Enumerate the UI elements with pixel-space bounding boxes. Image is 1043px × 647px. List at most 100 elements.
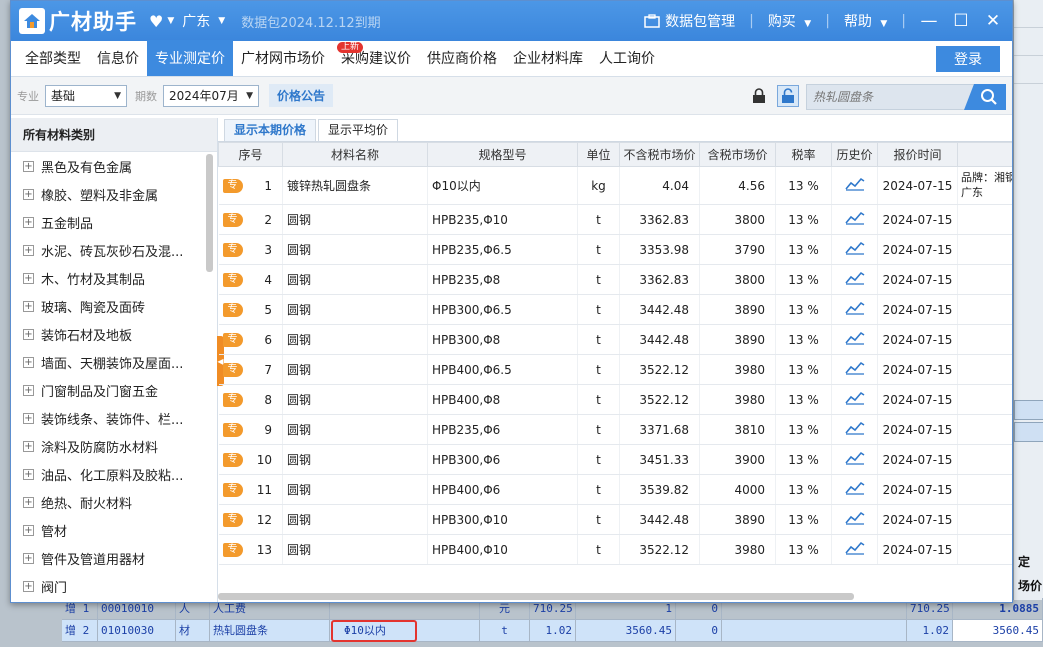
cell-unit: t — [577, 264, 620, 295]
table-row[interactable]: 专 4 圆钢 HPB235,Φ8 t 3362.83 3800 13 % 2024-07-15 — [218, 264, 1012, 295]
major-select[interactable]: 基础 ▼ — [45, 84, 127, 107]
maximize-icon[interactable]: ☐ — [952, 11, 970, 31]
lock-icon[interactable] — [748, 85, 770, 107]
cell-history[interactable] — [831, 294, 878, 325]
sidebar-category[interactable]: + 阀门 — [11, 572, 198, 600]
col-excl-tax[interactable]: 不含税市场价 — [619, 142, 700, 167]
tab-all-types[interactable]: 全部类型 — [17, 40, 89, 76]
sidebar-category[interactable]: + 装饰线条、装饰件、栏... — [11, 404, 198, 432]
expand-icon[interactable]: + — [23, 412, 34, 424]
package-mgmt-button[interactable]: 数据包管理 — [644, 11, 735, 31]
sidebar-category[interactable]: + 墙面、天棚装饰及屋面... — [11, 348, 198, 376]
cell-history[interactable] — [831, 234, 878, 265]
sidebar-category[interactable]: + 油品、化工原料及胶粘... — [11, 460, 198, 488]
sidebar-category[interactable]: + 装饰石材及地板 — [11, 320, 198, 348]
table-row[interactable]: 专 5 圆钢 HPB300,Φ6.5 t 3442.48 3890 13 % 2024-07-1… — [218, 294, 1012, 325]
sidebar-category[interactable]: + 五金制品 — [11, 208, 198, 236]
sidebar-category[interactable]: + 管件及管道用器材 — [11, 544, 198, 572]
sidebar-category[interactable]: + 木、竹材及其制品 — [11, 264, 198, 292]
expand-icon[interactable]: + — [23, 496, 34, 508]
expand-icon[interactable]: + — [23, 272, 34, 284]
cell-history[interactable] — [831, 504, 878, 535]
cell-history[interactable] — [831, 444, 878, 475]
col-history[interactable]: 历史价 — [831, 142, 878, 167]
cell-history[interactable] — [831, 166, 878, 205]
row-code: 01010030 — [98, 620, 176, 642]
minimize-icon[interactable]: — — [920, 11, 938, 31]
region-select[interactable]: 广东 ▼ — [182, 11, 225, 31]
expand-icon[interactable]: + — [23, 580, 34, 592]
cell-history[interactable] — [831, 264, 878, 295]
col-unit[interactable]: 单位 — [577, 142, 620, 167]
cell-history[interactable] — [831, 534, 878, 565]
tab-average-price[interactable]: 显示平均价 — [318, 119, 399, 141]
col-name[interactable]: 材料名称 — [282, 142, 428, 167]
expand-icon[interactable]: + — [23, 188, 34, 200]
search-input[interactable] — [807, 85, 967, 109]
expand-icon[interactable]: + — [23, 328, 34, 340]
unlock-icon[interactable] — [777, 85, 799, 107]
table-row[interactable]: 专 10 圆钢 HPB300,Φ6 t 3451.33 3900 13 % 2024-07-15 — [218, 444, 1012, 475]
period-select[interactable]: 2024年07月 ▼ — [163, 84, 259, 107]
tab-market-price[interactable]: 广材网市场价 — [233, 40, 333, 76]
table-row[interactable]: 专 2 圆钢 HPB235,Φ10 t 3362.83 3800 13 % 2024-07-15 — [218, 204, 1012, 235]
table-row[interactable]: 专 1 镀锌热轧圆盘条 Φ10以内 kg 4.04 4.56 13 % 2024-07-15 品牌… — [218, 166, 1012, 205]
col-date[interactable]: 报价时间 — [877, 142, 958, 167]
expand-icon[interactable]: + — [23, 244, 34, 256]
expand-icon[interactable]: + — [23, 440, 34, 452]
expand-icon[interactable]: + — [23, 524, 34, 536]
favorite-icon[interactable]: ♥ — [149, 12, 163, 31]
search-button[interactable] — [964, 84, 1006, 110]
buy-menu[interactable]: 购买 ▼ — [768, 11, 811, 31]
cell-history[interactable] — [831, 474, 878, 505]
table-row[interactable]: 专 13 圆钢 HPB400,Φ10 t 3522.12 3980 13 % 2024-07-1… — [218, 534, 1012, 565]
col-no[interactable]: 序号 — [218, 142, 283, 167]
price-notice-button[interactable]: 价格公告 — [269, 84, 334, 107]
table-row[interactable]: 专 8 圆钢 HPB400,Φ8 t 3522.12 3980 13 % 2024-07-15 — [218, 384, 1012, 415]
cell-history[interactable] — [831, 204, 878, 235]
table-row[interactable]: 专 11 圆钢 HPB400,Φ6 t 3539.82 4000 13 % 2024-07-15 — [218, 474, 1012, 505]
table-row[interactable]: 专 3 圆钢 HPB235,Φ6.5 t 3353.98 3790 13 % 2024-07-1… — [218, 234, 1012, 265]
horizontal-scrollbar[interactable] — [218, 593, 854, 600]
sidebar-category[interactable]: + 管材 — [11, 516, 198, 544]
col-tax-rate[interactable]: 税率 — [775, 142, 832, 167]
sidebar-category[interactable]: + 门窗制品及门窗五金 — [11, 376, 198, 404]
tab-manual-inquiry[interactable]: 人工询价 — [591, 40, 663, 76]
close-icon[interactable]: ✕ — [984, 11, 1002, 31]
cell-history[interactable] — [831, 354, 878, 385]
sidebar-category[interactable]: + 橡胶、塑料及非金属 — [11, 180, 198, 208]
help-menu[interactable]: 帮助 ▼ — [844, 11, 887, 31]
table-row[interactable]: 专 9 圆钢 HPB235,Φ6 t 3371.68 3810 13 % 2024-07-15 — [218, 414, 1012, 445]
tab-supplier-price[interactable]: 供应商价格 — [419, 40, 505, 76]
expand-icon[interactable]: + — [23, 468, 34, 480]
sidebar-category[interactable]: + 水泥、砖瓦灰砂石及混... — [11, 236, 198, 264]
cell-history[interactable] — [831, 384, 878, 415]
cell-unit: t — [577, 204, 620, 235]
cell-history[interactable] — [831, 414, 878, 445]
sidebar-scrollbar[interactable] — [206, 154, 213, 272]
chevron-down-icon[interactable]: ▼ — [167, 16, 174, 26]
table-row[interactable]: 专 6 圆钢 HPB300,Φ8 t 3442.48 3890 13 % 2024-07-15 — [218, 324, 1012, 355]
cell-history[interactable] — [831, 324, 878, 355]
table-row[interactable]: 专 12 圆钢 HPB300,Φ10 t 3442.48 3890 13 % 2024-07-1… — [218, 504, 1012, 535]
expand-icon[interactable]: + — [23, 356, 34, 368]
table-row[interactable]: 专 7 圆钢 HPB400,Φ6.5 t 3522.12 3980 13 % 2024-07-1… — [218, 354, 1012, 385]
expand-icon[interactable]: + — [23, 384, 34, 396]
login-button[interactable]: 登录 — [936, 46, 1000, 72]
col-spec[interactable]: 规格型号 — [427, 142, 578, 167]
tab-professional-price[interactable]: 专业测定价 — [147, 40, 233, 76]
sidebar-category[interactable]: + 涂料及防腐防水材料 — [11, 432, 198, 460]
expand-icon[interactable]: + — [23, 552, 34, 564]
tab-enterprise-library[interactable]: 企业材料库 — [505, 40, 591, 76]
expand-icon[interactable]: + — [23, 216, 34, 228]
background-row-2[interactable]: 增 2 01010030 材 热轧圆盘条 Φ10以内 t 1.02 3560.4… — [62, 620, 1043, 642]
sidebar-category[interactable]: + 玻璃、陶瓷及面砖 — [11, 292, 198, 320]
expand-icon[interactable]: + — [23, 300, 34, 312]
col-incl-tax[interactable]: 含税市场价 — [699, 142, 776, 167]
tab-current-price[interactable]: 显示本期价格 — [224, 119, 317, 141]
tab-purchase-price[interactable]: 采购建议价 上新 — [333, 40, 419, 76]
sidebar-category[interactable]: + 黑色及有色金属 — [11, 152, 198, 180]
sidebar-category[interactable]: + 绝热、耐火材料 — [11, 488, 198, 516]
expand-icon[interactable]: + — [23, 160, 34, 172]
tab-info-price[interactable]: 信息价 — [89, 40, 147, 76]
